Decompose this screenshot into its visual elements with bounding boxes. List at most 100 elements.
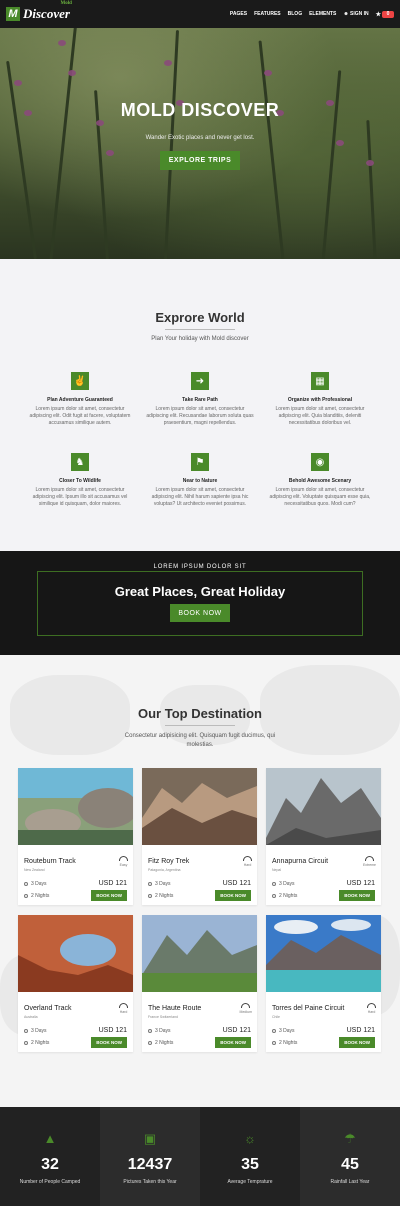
card-name: Fitz Roy Trek (148, 858, 190, 865)
days-meta: 3 Days (272, 1028, 295, 1034)
hand-icon: ✌ (71, 372, 89, 390)
card-location: New Zealand (24, 868, 45, 872)
card-name: Annapurna Circuit (272, 858, 329, 865)
banner-kicker: LOREM IPSUM DOLOR SIT (0, 564, 400, 570)
gauge-icon (364, 856, 374, 861)
days-meta: 3 Days (148, 1028, 171, 1034)
feature-title: Behold Awesome Scenary (288, 478, 352, 484)
explore-trips-button[interactable]: EXPLORE TRIPS (159, 151, 241, 170)
card-book-button[interactable]: BOOK NOW (215, 1037, 251, 1048)
card-book-button[interactable]: BOOK NOW (91, 1037, 127, 1048)
destination-image (18, 768, 138, 845)
explore-subtitle: Plan Your holiday with Mold discover (151, 336, 249, 342)
card-location: Chile (272, 1015, 280, 1019)
feature-text: Lorem ipsum dolor sit amet, consectetur … (275, 406, 365, 426)
destination-card[interactable]: Routeburn Track New Zealand Easy 3 Days U… (18, 768, 138, 905)
card-location: Nepal (272, 868, 282, 872)
destination-card[interactable]: Fitz Roy Trek Patagonia, Argentina Hard … (142, 768, 257, 905)
card-book-button[interactable]: BOOK NOW (215, 890, 251, 901)
gauge-icon (241, 1003, 251, 1008)
nights-meta: 2 Nights (24, 893, 49, 899)
destinations-title: Our Top Destination (138, 706, 262, 721)
sun-icon: ☼ (244, 1131, 256, 1146)
destination-cards: Routeburn Track New Zealand Easy 3 Days U… (18, 768, 382, 1052)
logo-text: Discover Mold (23, 1, 72, 21)
stat-value: 35 (241, 1156, 259, 1173)
stat-temperature: ☼ 35 Average Temprature (200, 1107, 300, 1206)
stat-pictures: ▣ 12437 Pictures Taken this Year (100, 1107, 200, 1206)
nights-meta: 2 Nights (148, 893, 173, 899)
gauge-icon (119, 856, 128, 861)
destinations-subtitle: Consectetur adipisicing elit. Quisquam f… (124, 733, 276, 748)
cart-count-badge: 0 (382, 10, 394, 18)
tent-icon: ▲ (43, 1131, 57, 1146)
destination-image (266, 768, 381, 845)
feature-item: ⚑ Near to Nature Lorem ipsum dolor sit a… (140, 453, 260, 508)
stats-section: ▲ 32 Number of People Camped ▣ 12437 Pic… (0, 1107, 400, 1206)
explore-title: Exprore World (155, 310, 245, 325)
nav-blog[interactable]: BLOG (288, 11, 302, 17)
stat-label: Average Temprature (227, 1179, 273, 1185)
sign-in-link[interactable]: ☻ SIGN IN (343, 11, 368, 17)
difficulty-indicator: Hard (243, 856, 252, 867)
logo[interactable]: M Discover Mold (6, 1, 72, 22)
clock-icon (272, 881, 276, 886)
card-price: USD 121 (222, 880, 251, 887)
nights-meta: 2 Nights (272, 1040, 297, 1046)
book-now-button[interactable]: BOOK NOW (170, 604, 230, 622)
destination-card[interactable]: Annapurna Circuit Nepal Extreme 3 Days US… (266, 768, 381, 905)
difficulty-indicator: Hard (119, 1003, 128, 1014)
bike-icon: ◉ (311, 453, 329, 471)
nav-features[interactable]: FEATURES (254, 11, 281, 17)
days-meta: 3 Days (148, 881, 171, 887)
card-price: USD 121 (346, 1027, 375, 1034)
card-book-button[interactable]: BOOK NOW (339, 890, 375, 901)
card-book-button[interactable]: BOOK NOW (91, 890, 127, 901)
cart-button[interactable]: ★ 0 (376, 10, 394, 18)
nav-pages[interactable]: PAGES (230, 11, 247, 17)
stat-value: 12437 (127, 1156, 173, 1173)
card-price: USD 121 (98, 880, 127, 887)
difficulty-indicator: Medium (240, 1003, 252, 1014)
moon-icon (148, 893, 152, 898)
clock-icon (24, 1028, 28, 1033)
destination-card[interactable]: Overland Track Australia Hard 3 Days USD … (18, 915, 133, 1052)
destination-image (18, 915, 133, 992)
feature-title: Plan Adventure Guaranteed (47, 397, 113, 403)
map-icon: ▦ (311, 372, 329, 390)
nights-meta: 2 Nights (24, 1040, 49, 1046)
card-name: Routeburn Track (24, 858, 76, 865)
card-name: Overland Track (24, 1005, 72, 1012)
feature-item: ✌ Plan Adventure Guaranteed Lorem ipsum … (20, 372, 140, 427)
clock-icon (272, 1028, 276, 1033)
destination-card[interactable]: The Haute Route France Switzerland Mediu… (142, 915, 257, 1052)
nights-meta: 2 Nights (272, 893, 297, 899)
user-icon: ☻ (343, 11, 349, 17)
moon-icon (148, 1040, 152, 1045)
clock-icon (24, 881, 28, 886)
top-navbar: M Discover Mold PAGES FEATURES BLOG ELEM… (0, 0, 400, 28)
card-book-button[interactable]: BOOK NOW (339, 1037, 375, 1048)
stat-value: 32 (41, 1156, 59, 1173)
hero-subtitle: Wander Exotic places and never get lost. (145, 135, 255, 141)
title-divider (165, 329, 235, 330)
destination-image (142, 768, 257, 845)
nav-elements[interactable]: ELEMENTS (309, 11, 336, 17)
camera-icon: ▣ (143, 1131, 157, 1146)
destination-image (142, 915, 257, 992)
stat-rainfall: ☂ 45 Rainfall Last Year (300, 1107, 400, 1206)
gauge-icon (367, 1003, 376, 1008)
feature-text: Lorem ipsum dolor sit amet, consectetur … (32, 487, 128, 507)
main-nav: PAGES FEATURES BLOG ELEMENTS ☻ SIGN IN ★… (230, 10, 394, 18)
stat-label: Pictures Taken this Year (123, 1179, 177, 1185)
deer-icon: ♞ (71, 453, 89, 471)
card-price: USD 121 (346, 880, 375, 887)
cta-banner: LOREM IPSUM DOLOR SIT Great Places, Grea… (0, 551, 400, 655)
card-location: Patagonia, Argentina (148, 868, 181, 872)
days-meta: 3 Days (272, 881, 295, 887)
moon-icon (272, 893, 276, 898)
clock-icon (148, 881, 152, 886)
signpost-icon: ➜ (191, 372, 209, 390)
card-location: France Switzerland (148, 1015, 178, 1019)
destination-card[interactable]: Torres del Paine Circuit Chile Hard 3 Da… (266, 915, 381, 1052)
